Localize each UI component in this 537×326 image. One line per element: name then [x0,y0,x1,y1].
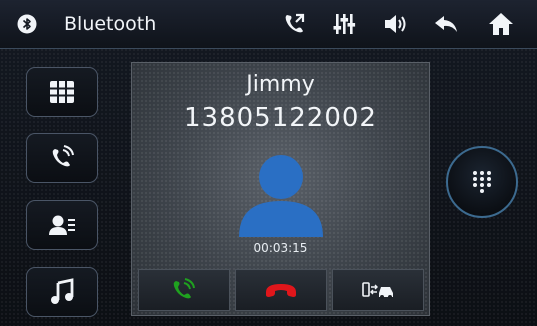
caller-avatar-icon [239,155,323,237]
bluetooth-icon [17,14,37,34]
keypad-grid-icon [50,81,74,103]
call-actions [138,269,424,311]
call-duration: 00:03:15 [253,241,308,255]
music-note-icon [51,278,74,304]
equalizer-icon[interactable] [331,11,357,37]
volume-icon[interactable] [382,11,408,37]
phone-car-transfer-icon [362,282,393,299]
transfer-to-phone-button[interactable] [332,269,424,311]
top-bar: Bluetooth [0,0,537,49]
hang-up-icon [266,284,296,297]
back-icon[interactable] [433,11,459,37]
answer-phone-icon [173,278,195,299]
dialpad-button[interactable] [446,146,518,218]
home-icon[interactable] [488,11,514,37]
caller-name: Jimmy [246,72,315,97]
call-panel: Jimmy 13805122002 00:03:15 [131,62,430,316]
call-icon[interactable] [281,11,307,37]
hang-up-button[interactable] [235,269,327,311]
nav-keypad-button[interactable] [26,67,98,117]
nav-contacts-button[interactable] [26,200,98,250]
nav-music-button[interactable] [26,267,98,317]
answer-button[interactable] [138,269,230,311]
bluetooth-call-screen: Bluetooth Jimmy 13805122002 00:03:15 [0,0,537,326]
page-title: Bluetooth [64,13,157,35]
dialpad-icon [473,171,491,193]
nav-call-log-button[interactable] [26,133,98,183]
caller-number: 13805122002 [184,103,377,133]
call-log-icon [52,145,74,167]
contacts-icon [49,215,75,235]
